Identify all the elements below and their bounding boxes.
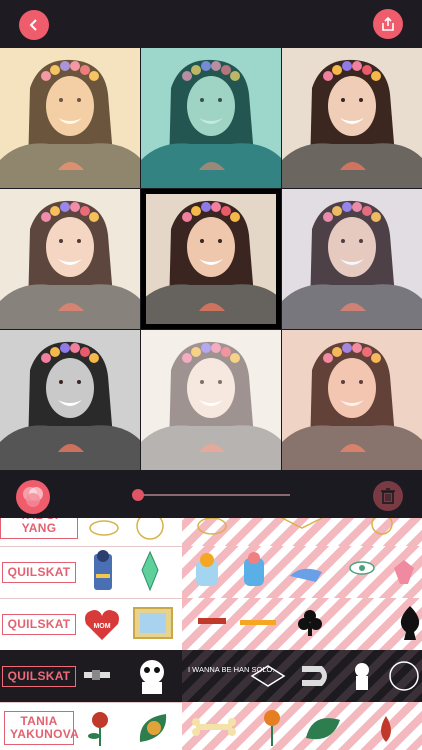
intensity-slider-track[interactable]	[138, 494, 290, 496]
filter-thumbnail-warm[interactable]	[0, 48, 140, 188]
filters-button[interactable]	[16, 480, 50, 514]
eye-sticker	[89, 520, 119, 536]
portrait-photo	[282, 48, 422, 188]
filter-thumbnail-cool[interactable]	[282, 189, 422, 329]
filters-icon	[23, 487, 43, 507]
pack-label-area: TAL S. YANG	[0, 518, 78, 546]
sticker-pack[interactable]: QUILSKAT I WANNA BE HAN SOLO.	[0, 650, 422, 703]
pack-label: TAL S. YANG	[0, 518, 78, 539]
filter-grid	[0, 48, 422, 471]
sticker-magnet	[302, 666, 327, 686]
sticker-badge	[389, 661, 419, 691]
pack-preview	[182, 518, 422, 546]
portrait-photo	[141, 330, 281, 470]
ewok-sticker	[140, 660, 164, 694]
sticker-doodle	[197, 518, 227, 535]
pack-preview: I WANNA BE HAN SOLO.	[182, 650, 422, 702]
pack-label-area: TANIA YAKUNOVA	[0, 702, 79, 750]
sticker-doodle	[371, 518, 393, 535]
sticker-pack[interactable]: QUILSKAT	[0, 546, 422, 599]
portrait-photo	[0, 330, 140, 470]
sticker-flower	[264, 710, 280, 746]
sticker-pack[interactable]: QUILSKAT MOM	[0, 598, 422, 651]
pack-label-area: QUILSKAT	[0, 650, 78, 702]
superhero-sticker	[94, 550, 112, 590]
pack-preview	[182, 546, 422, 598]
filter-thumbnail-teal[interactable]	[141, 48, 281, 188]
intensity-slider-knob[interactable]	[132, 489, 144, 501]
sticker-club	[298, 610, 322, 636]
leaf-sticker	[139, 714, 167, 742]
sticker-lipstick	[198, 618, 226, 624]
pack-label-area: QUILSKAT	[0, 598, 78, 650]
filter-thumbnail-neutral[interactable]	[282, 48, 422, 188]
sticker-creature	[355, 663, 369, 690]
sticker-eye	[349, 561, 375, 575]
portrait-photo	[0, 189, 140, 329]
sticker-gem	[394, 560, 414, 584]
chevron-left-icon	[29, 19, 37, 31]
share-button[interactable]	[373, 9, 403, 39]
back-button[interactable]	[19, 10, 49, 40]
portrait-photo	[141, 189, 281, 329]
pack-label: TANIA YAKUNOVA	[4, 711, 79, 745]
sticker-doodle	[281, 518, 323, 529]
filter-thumbnail-faded[interactable]	[141, 330, 281, 470]
badge-sticker	[136, 518, 164, 540]
pack-icons	[78, 518, 182, 546]
sticker-hand	[290, 568, 322, 582]
controls-bar	[0, 471, 422, 518]
crystal-sticker	[141, 550, 159, 592]
pack-icons: MOM	[78, 598, 182, 650]
frame-sticker-inner	[140, 613, 166, 633]
sticker-bone	[192, 718, 236, 736]
portrait-photo	[0, 48, 140, 188]
sticker-packs-list: TAL S. YANG QUILSKAT	[0, 518, 422, 750]
sticker-pack[interactable]: TAL S. YANG	[0, 518, 422, 547]
top-bar	[0, 0, 422, 48]
trash-icon	[381, 488, 395, 504]
pack-preview	[182, 598, 422, 650]
filter-thumbnail-soft[interactable]	[0, 189, 140, 329]
portrait-photo	[282, 189, 422, 329]
pack-icons	[78, 702, 182, 750]
sticker-leaf	[306, 718, 340, 740]
pack-icons	[78, 650, 182, 702]
sticker-moon	[348, 608, 372, 640]
delete-button[interactable]	[373, 481, 403, 511]
pack-icons	[78, 546, 182, 598]
filter-thumbnail-mono[interactable]	[0, 330, 140, 470]
share-icon	[382, 16, 394, 31]
sticker-pack[interactable]: TANIA YAKUNOVA	[0, 702, 422, 750]
filter-thumbnail-original[interactable]	[141, 189, 281, 329]
filter-thumbnail-rose[interactable]	[282, 330, 422, 470]
pack-label: QUILSKAT	[1, 561, 77, 583]
pack-label-area: QUILSKAT	[0, 546, 78, 598]
pack-label: QUILSKAT	[1, 613, 77, 635]
flower-sticker	[88, 712, 108, 746]
pack-preview	[182, 702, 422, 750]
sticker-spade	[400, 606, 420, 640]
sticker-cartoon	[244, 552, 264, 586]
sticker-drop	[381, 716, 391, 742]
sticker-pencil	[240, 620, 276, 625]
portrait-photo	[282, 330, 422, 470]
pack-label: QUILSKAT	[1, 665, 77, 687]
portrait-photo	[141, 48, 281, 188]
heart-sticker-text: MOM	[93, 623, 110, 630]
sticker-cartoon	[196, 553, 218, 586]
lightsaber-sticker	[84, 670, 110, 680]
